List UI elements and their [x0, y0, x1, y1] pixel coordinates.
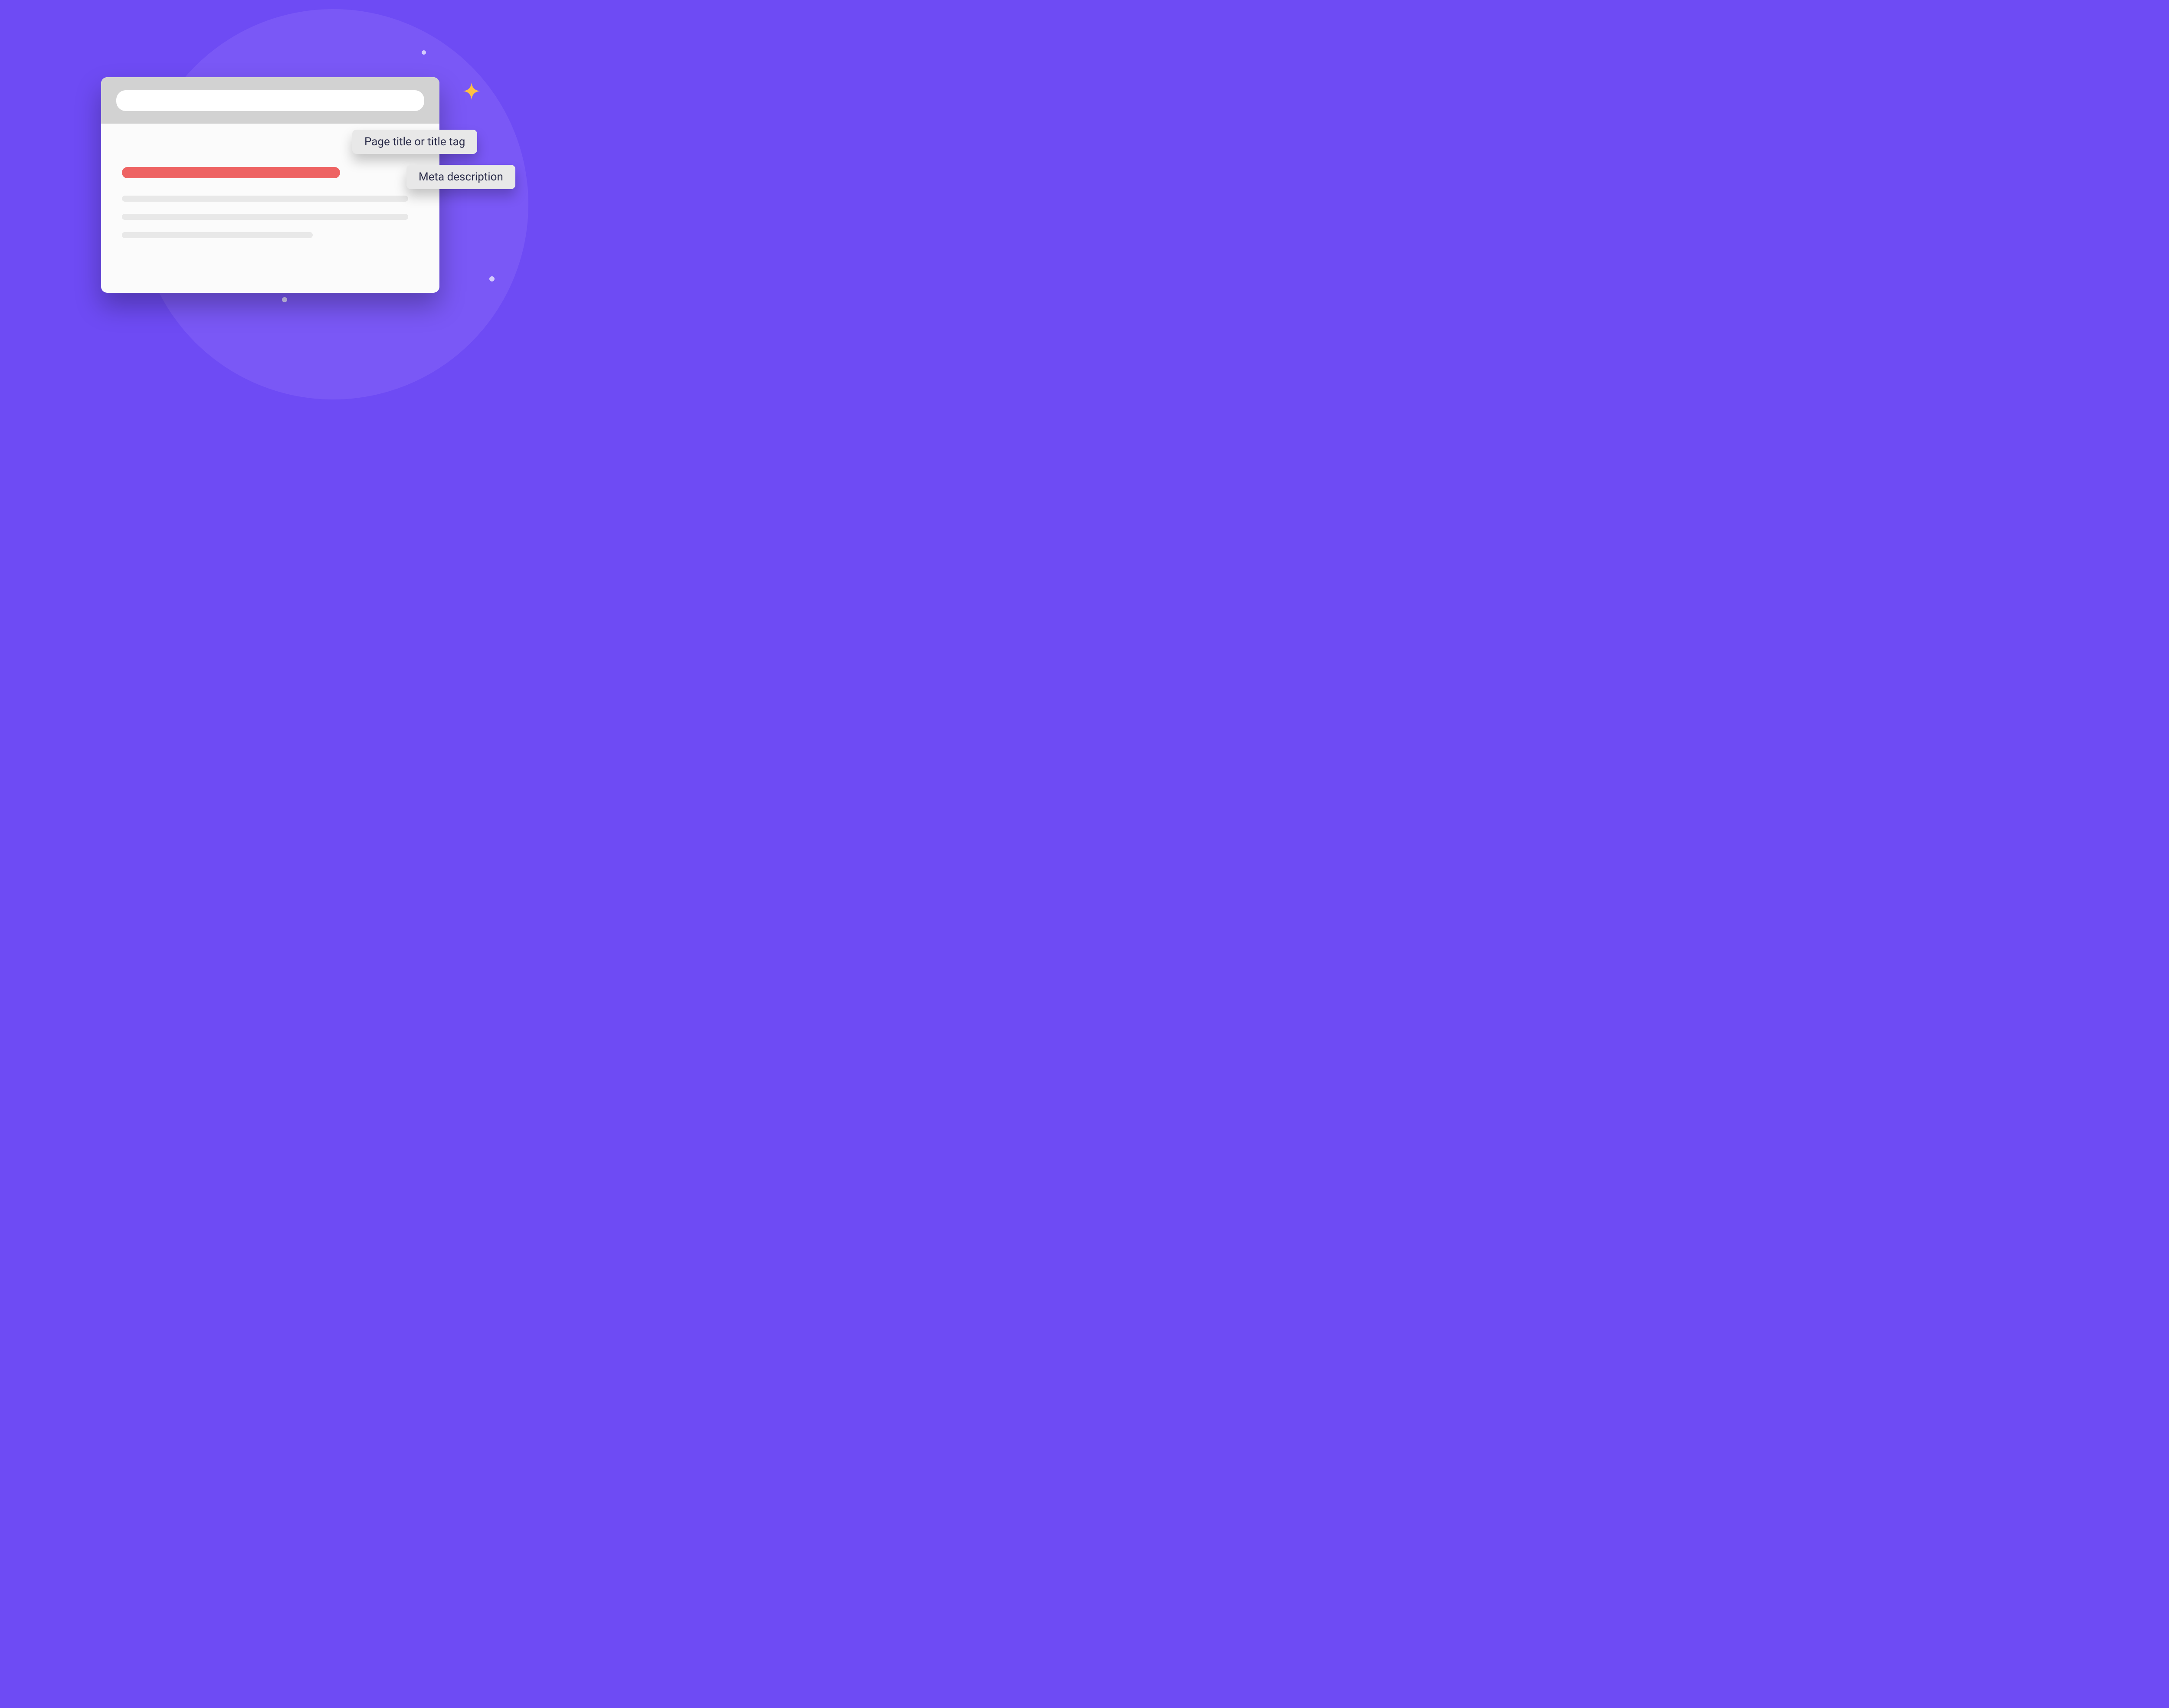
- url-bar: [116, 90, 424, 111]
- meta-description-line: [122, 232, 313, 238]
- decorative-dot: [282, 297, 287, 302]
- decorative-dot: [422, 50, 426, 55]
- callout-title-tag: Page title or title tag: [352, 130, 477, 154]
- decorative-dot: [489, 276, 495, 281]
- callout-meta-description: Meta description: [406, 165, 515, 189]
- meta-description-line: [122, 214, 408, 220]
- meta-description-line: [122, 196, 408, 202]
- page-title-bar: [122, 167, 340, 178]
- callout-label: Meta description: [419, 170, 503, 183]
- browser-header: [101, 77, 439, 124]
- callout-label: Page title or title tag: [364, 135, 465, 148]
- browser-window: [101, 77, 439, 293]
- sparkle-icon: [463, 82, 480, 100]
